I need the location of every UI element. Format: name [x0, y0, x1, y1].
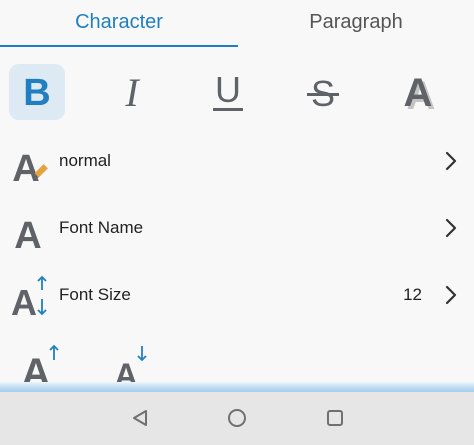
underline-button[interactable]: U	[200, 64, 256, 120]
font-icon: A	[14, 215, 41, 253]
text-style-row[interactable]: A normal	[0, 128, 474, 194]
chevron-right-icon	[445, 151, 457, 171]
font-size-value: 12	[403, 285, 422, 304]
svg-text:B: B	[23, 72, 50, 114]
font-size-row[interactable]: A Font Size 12	[0, 262, 474, 328]
svg-text:A: A	[404, 71, 433, 115]
nav-back-icon[interactable]	[128, 406, 152, 430]
active-tab-indicator	[0, 45, 238, 47]
chevron-right-icon	[445, 285, 457, 305]
nav-recents-icon[interactable]	[323, 406, 347, 430]
bold-button[interactable]: B	[9, 64, 65, 120]
text-shadow-button[interactable]: A A	[390, 64, 446, 120]
svg-text:A: A	[14, 215, 41, 253]
text-style-label: normal	[59, 151, 111, 170]
chevron-right-icon	[445, 218, 457, 238]
strikethrough-icon: S	[307, 73, 339, 114]
italic-button[interactable]: I	[104, 64, 160, 120]
panel-bottom-edge	[0, 382, 474, 392]
text-style-icon: A	[12, 148, 48, 186]
tab-bar: Character Paragraph	[0, 0, 474, 48]
nav-home-icon[interactable]	[225, 406, 249, 430]
format-toolbar: B I U S A A	[0, 58, 474, 122]
text-shadow-icon: A A	[404, 71, 436, 118]
system-navigation-bar	[0, 392, 474, 445]
svg-text:A: A	[12, 148, 39, 186]
svg-text:U: U	[215, 69, 241, 110]
strikethrough-button[interactable]: S	[295, 64, 351, 120]
bold-icon: B	[23, 72, 50, 114]
tab-paragraph[interactable]: Paragraph	[238, 0, 474, 46]
svg-text:A: A	[11, 282, 37, 320]
tab-character[interactable]: Character	[0, 0, 238, 46]
font-size-label: Font Size	[59, 285, 131, 304]
font-name-label: Font Name	[59, 218, 144, 237]
underline-icon: U	[213, 69, 243, 111]
font-size-icon: A	[11, 275, 47, 320]
svg-text:I: I	[124, 70, 140, 115]
font-name-row[interactable]: A Font Name	[0, 195, 474, 261]
italic-icon: I	[124, 70, 140, 115]
